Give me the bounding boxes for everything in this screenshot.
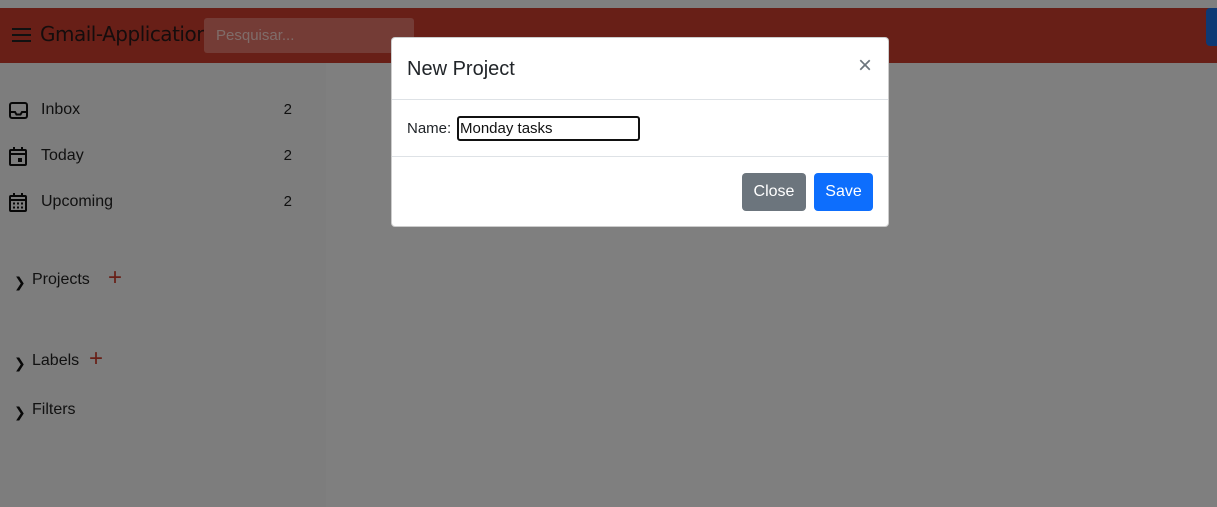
new-project-modal: New Project × Name: Close Save [391,37,889,227]
save-button[interactable]: Save [814,173,873,211]
close-button[interactable]: Close [742,173,806,211]
modal-body: Name: [392,100,888,157]
modal-header: New Project × [392,38,888,100]
project-name-input[interactable] [457,116,640,141]
modal-footer: Close Save [392,157,888,226]
name-label: Name: [407,120,452,137]
modal-title: New Project [407,58,515,80]
close-icon[interactable]: × [858,54,872,78]
